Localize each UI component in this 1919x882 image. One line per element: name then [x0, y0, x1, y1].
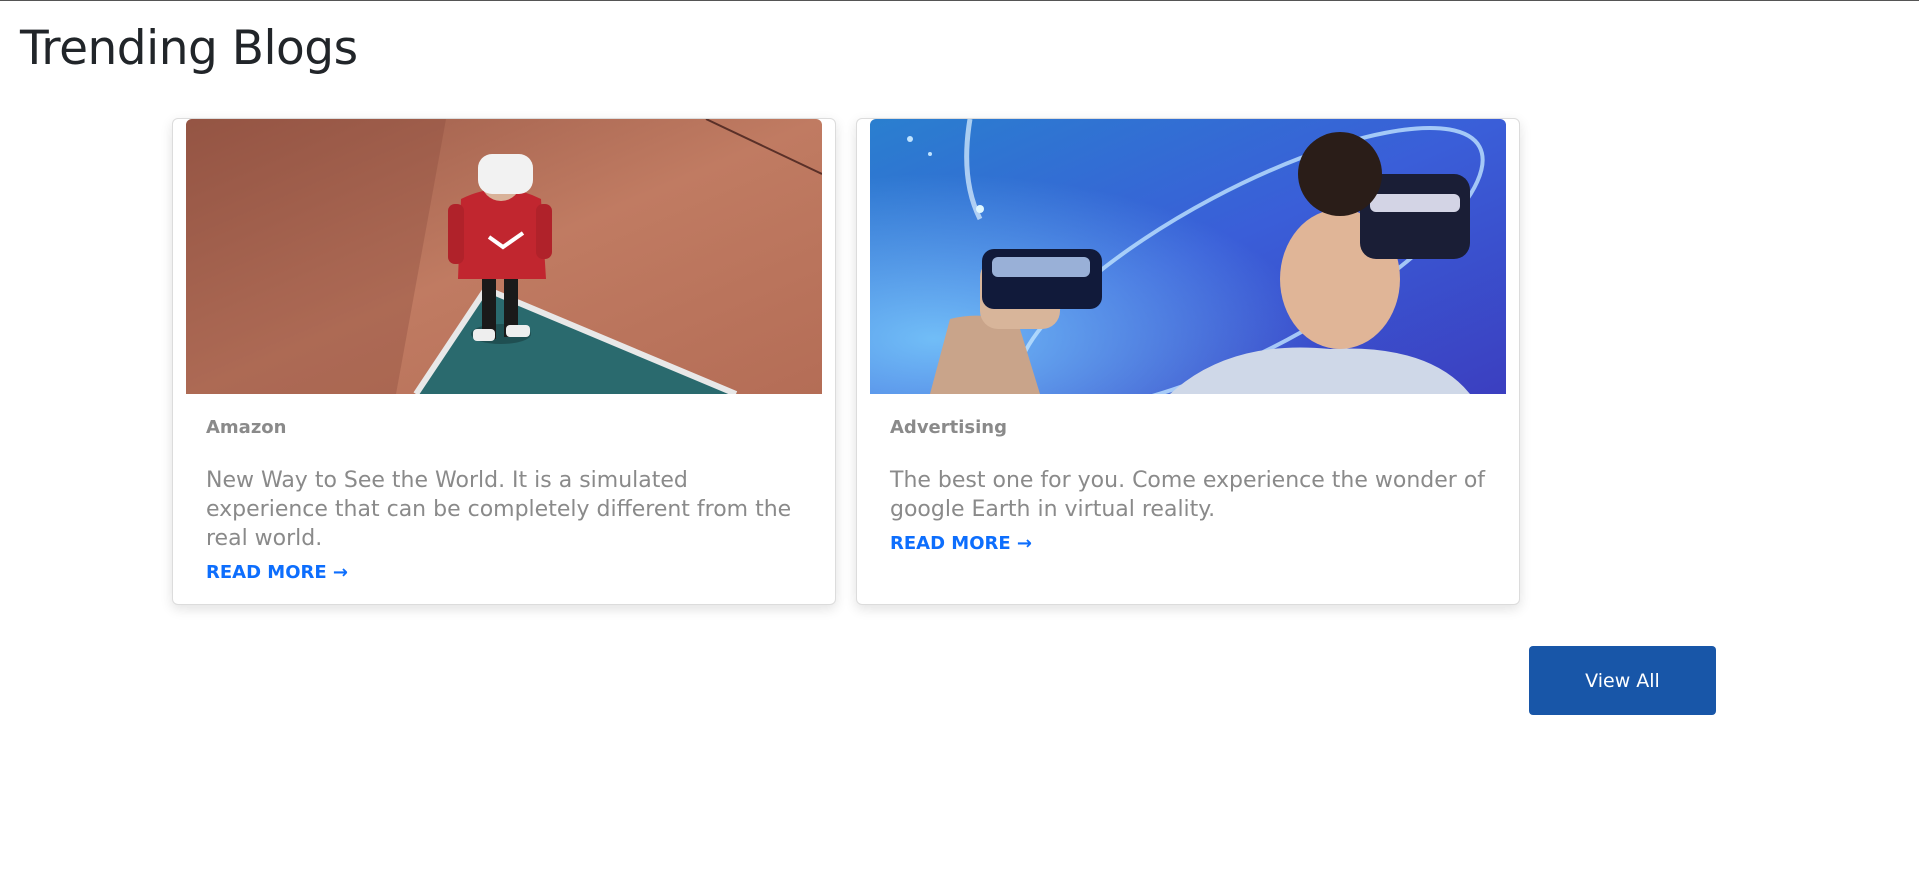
blog-category: Advertising: [890, 417, 1007, 438]
blog-card: Amazon New Way to See the World. It is a…: [172, 118, 836, 605]
blog-card: Advertising The best one for you. Come e…: [856, 118, 1520, 605]
blog-image-vr-man-red-hoodie: [186, 119, 822, 394]
blog-description: The best one for you. Come experience th…: [890, 468, 1486, 522]
blog-description: New Way to See the World. It is a simula…: [206, 468, 792, 551]
read-more-link[interactable]: READ MORE →: [206, 562, 348, 583]
blog-card-list: Amazon New Way to See the World. It is a…: [172, 118, 1520, 605]
blog-category: Amazon: [206, 417, 287, 438]
page-title: Trending Blogs: [20, 21, 358, 76]
view-all-button[interactable]: View All: [1529, 646, 1716, 715]
blog-image-vr-headset-people: [870, 119, 1506, 394]
read-more-link[interactable]: READ MORE →: [890, 533, 1032, 554]
